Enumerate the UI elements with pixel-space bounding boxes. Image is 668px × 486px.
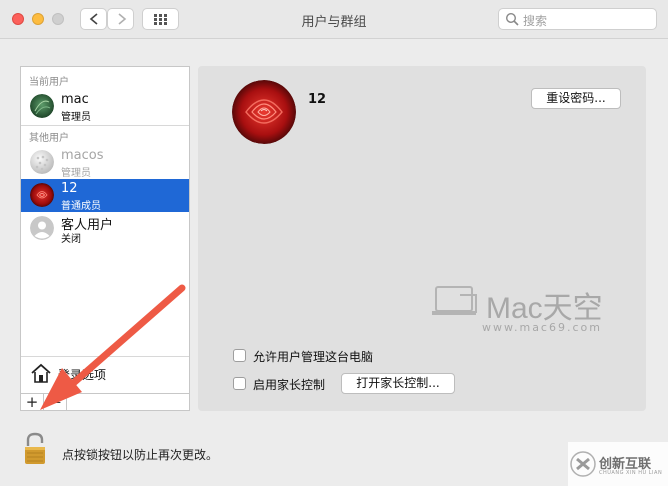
brand-x-icon: [570, 451, 596, 477]
users-groups-window: 用户与群组 搜索 当前用户 mac 管理员 其他用户 macos 管理员 12 …: [0, 0, 668, 486]
brand-logo: 创新互联 CHUANG XIN HU LIAN: [568, 442, 668, 486]
brand-sub: CHUANG XIN HU LIAN: [599, 470, 663, 476]
annotation-arrow: [40, 284, 186, 410]
